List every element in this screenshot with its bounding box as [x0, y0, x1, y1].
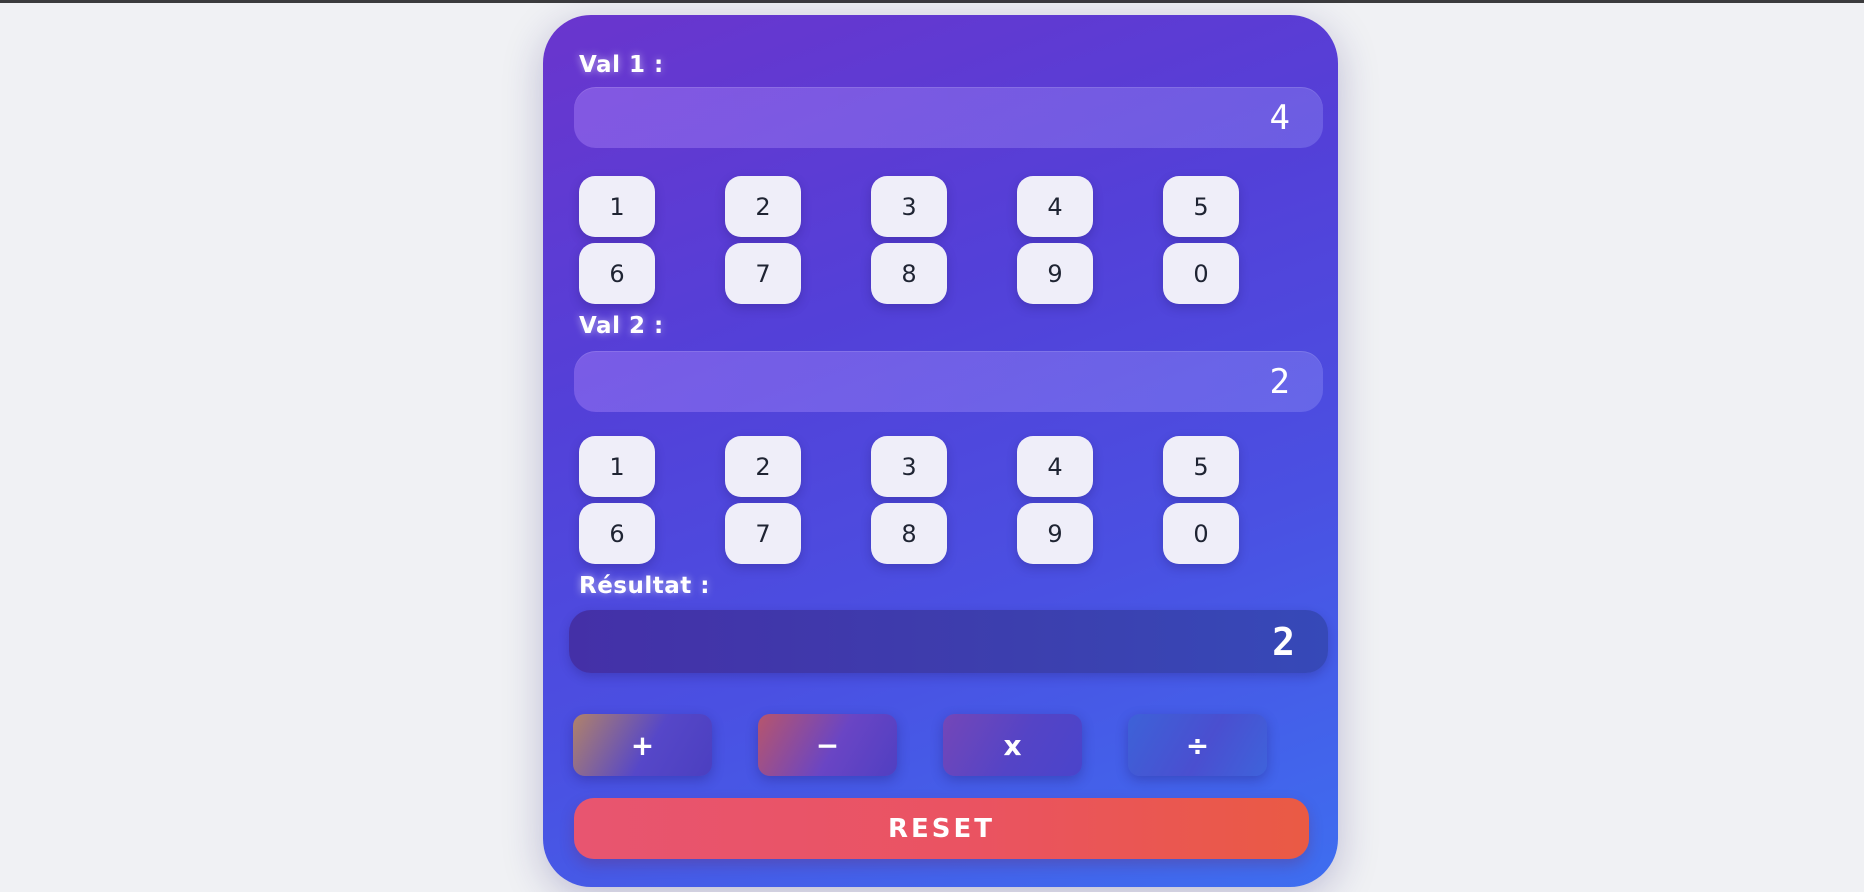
val2-key-4[interactable]: 4 [1017, 436, 1093, 497]
val2-key-8[interactable]: 8 [871, 503, 947, 564]
val1-key-1[interactable]: 1 [579, 176, 655, 237]
subtract-button[interactable]: − [758, 714, 897, 776]
val1-display[interactable]: 4 [574, 87, 1323, 148]
result-display: 2 [569, 610, 1328, 673]
val2-key-6[interactable]: 6 [579, 503, 655, 564]
val2-key-3[interactable]: 3 [871, 436, 947, 497]
add-button[interactable]: + [573, 714, 712, 776]
multiply-button[interactable]: x [943, 714, 1082, 776]
val1-key-8[interactable]: 8 [871, 243, 947, 304]
val2-display[interactable]: 2 [574, 351, 1323, 412]
val1-key-6[interactable]: 6 [579, 243, 655, 304]
val1-key-4[interactable]: 4 [1017, 176, 1093, 237]
val2-label: Val 2 : [579, 313, 664, 339]
divide-button[interactable]: ÷ [1128, 714, 1267, 776]
val2-key-1[interactable]: 1 [579, 436, 655, 497]
val2-key-9[interactable]: 9 [1017, 503, 1093, 564]
val2-key-0[interactable]: 0 [1163, 503, 1239, 564]
result-label: Résultat : [579, 573, 710, 599]
val1-key-9[interactable]: 9 [1017, 243, 1093, 304]
calculator-card: Val 1 : 4 1 2 3 4 5 6 7 8 9 0 Val 2 : 2 … [543, 15, 1338, 887]
val1-key-2[interactable]: 2 [725, 176, 801, 237]
val1-key-5[interactable]: 5 [1163, 176, 1239, 237]
val2-key-7[interactable]: 7 [725, 503, 801, 564]
val2-key-5[interactable]: 5 [1163, 436, 1239, 497]
val1-label: Val 1 : [579, 52, 664, 78]
val1-key-7[interactable]: 7 [725, 243, 801, 304]
val2-key-2[interactable]: 2 [725, 436, 801, 497]
val1-key-0[interactable]: 0 [1163, 243, 1239, 304]
reset-button[interactable]: RESET [574, 798, 1309, 859]
window-top-edge [0, 0, 1864, 3]
val1-key-3[interactable]: 3 [871, 176, 947, 237]
